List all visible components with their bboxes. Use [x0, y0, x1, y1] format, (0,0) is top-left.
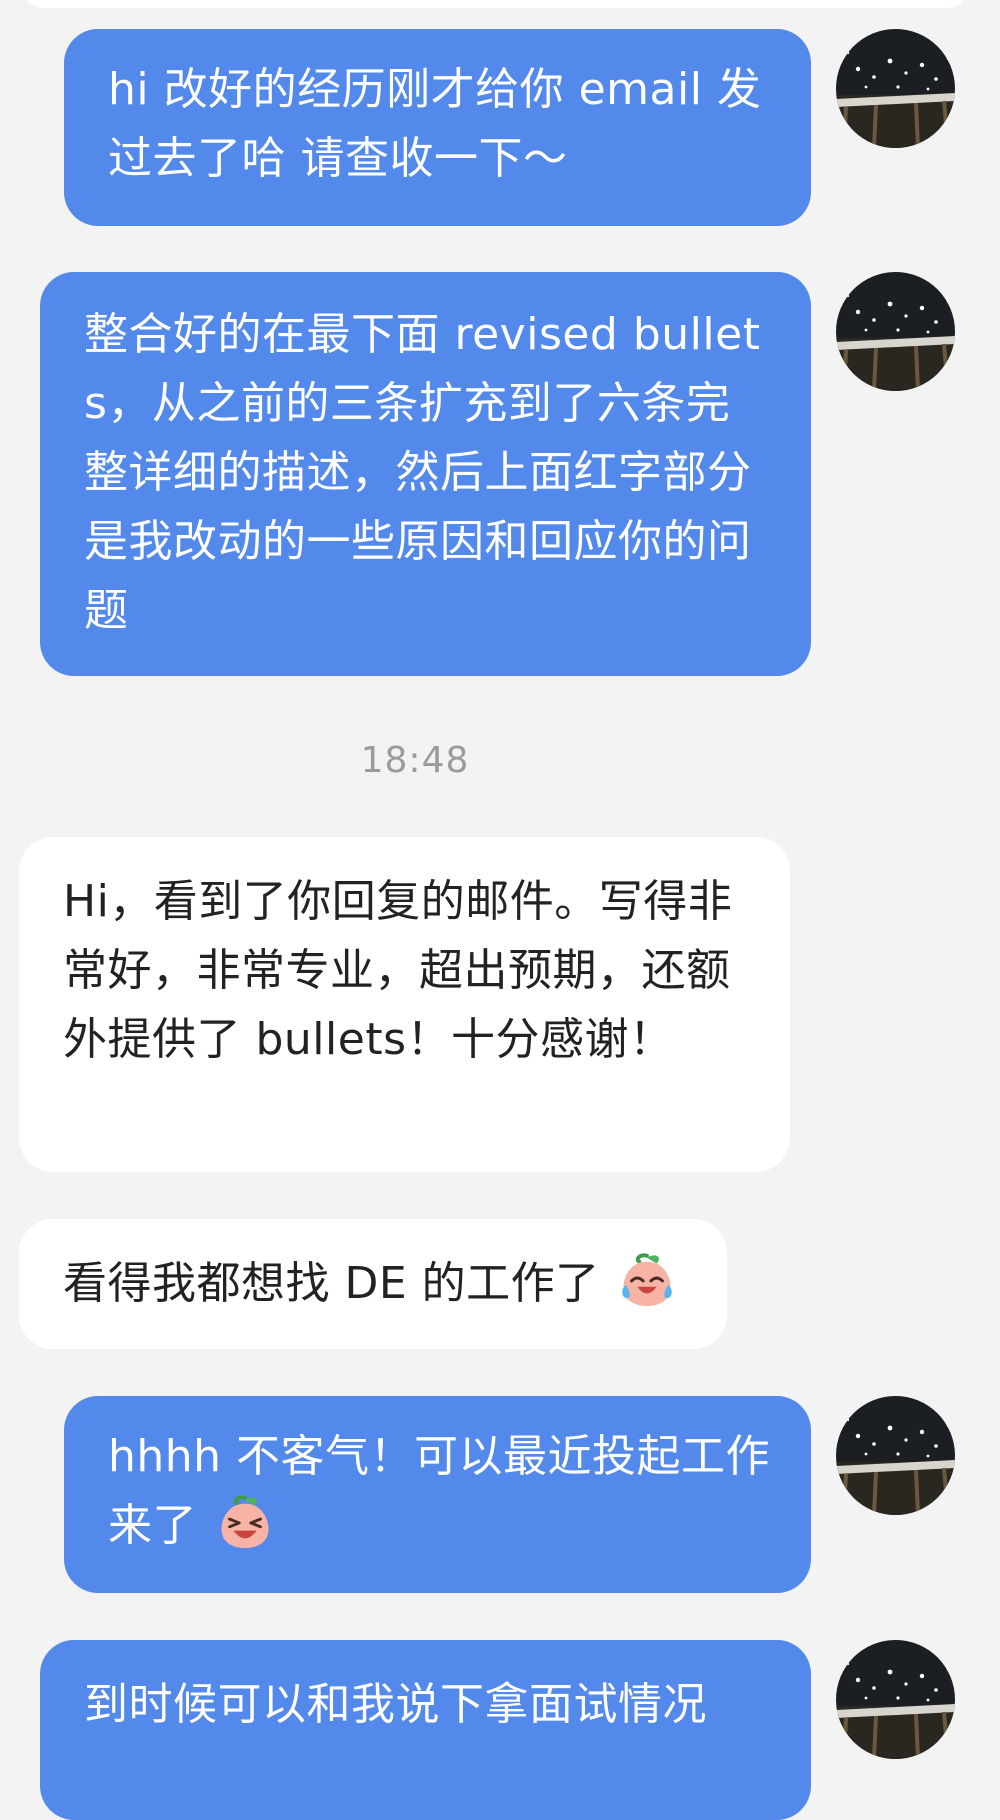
- previous-message-bubble[interactable]: [20, 0, 970, 8]
- laughing-peach-emoji: [221, 1495, 268, 1549]
- user-avatar[interactable]: [836, 29, 955, 148]
- avatar-night-lights-image: [836, 272, 955, 391]
- message-text: hi 改好的经历刚才给你 email 发过去了哈 请查收一下～: [108, 64, 762, 184]
- message-text: hhhh 不客气！可以最近投起工作来了: [108, 1431, 771, 1551]
- message-text: 到时候可以和我说下拿面试情况: [84, 1679, 707, 1730]
- avatar-night-lights-image: [836, 29, 955, 148]
- message-bubble-incoming[interactable]: 看得我都想找 DE 的工作了: [19, 1219, 727, 1349]
- message-text: 整合好的在最下面 revised bullets，从之前的三条扩充到了六条完整详…: [84, 309, 761, 636]
- message-bubble-outgoing[interactable]: 到时候可以和我说下拿面试情况: [40, 1640, 811, 1820]
- crying-laughing-peach-emoji: [622, 1253, 672, 1307]
- message-text: Hi，看到了你回复的邮件。写得非常好，非常专业，超出预期，还额外提供了 bull…: [63, 876, 733, 1065]
- message-bubble-outgoing[interactable]: hi 改好的经历刚才给你 email 发过去了哈 请查收一下～: [64, 29, 811, 226]
- user-avatar[interactable]: [836, 1640, 955, 1759]
- avatar-night-lights-image: [836, 1396, 955, 1515]
- message-bubble-outgoing[interactable]: hhhh 不客气！可以最近投起工作来了: [64, 1396, 811, 1593]
- message-timestamp: 18:48: [360, 740, 470, 781]
- user-avatar[interactable]: [836, 1396, 955, 1515]
- avatar-night-lights-image: [836, 1640, 955, 1759]
- message-text: 看得我都想找 DE 的工作了: [63, 1258, 600, 1309]
- user-avatar[interactable]: [836, 272, 955, 391]
- message-bubble-outgoing[interactable]: 整合好的在最下面 revised bullets，从之前的三条扩充到了六条完整详…: [40, 272, 811, 676]
- chat-thread[interactable]: hi 改好的经历刚才给你 email 发过去了哈 请查收一下～ 整合好的在最下面…: [0, 0, 1000, 1820]
- message-bubble-incoming[interactable]: Hi，看到了你回复的邮件。写得非常好，非常专业，超出预期，还额外提供了 bull…: [19, 837, 790, 1172]
